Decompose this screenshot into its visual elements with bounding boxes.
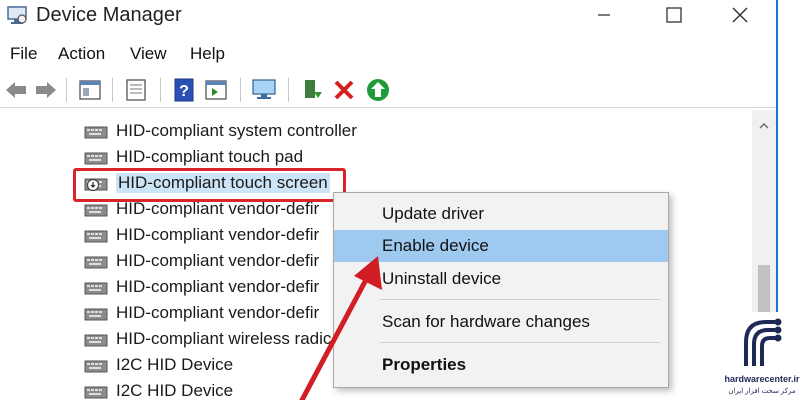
toolbar-separator [160,78,161,102]
menu-file[interactable]: File [10,44,37,64]
close-icon[interactable] [712,0,768,30]
hid-device-icon [84,230,108,243]
properties-pane-icon[interactable] [76,76,104,104]
device-label: HID-compliant touch pad [116,147,304,166]
menu-item-label: Scan for hardware changes [382,312,590,331]
action-pane-icon[interactable] [202,76,230,104]
enable-icon[interactable] [364,76,392,104]
device-tree-item[interactable]: HID-compliant vendor-defir [84,222,319,248]
menu-separator [380,299,660,300]
device-label: HID-compliant system controller [116,121,357,140]
minimize-icon[interactable] [576,0,632,30]
hid-device-icon [84,204,108,217]
device-label: I2C HID Device [116,355,234,374]
menu-item-update-driver[interactable]: Update driver [334,198,668,230]
scroll-up-icon[interactable] [758,120,770,132]
menu-item-label: Enable device [382,236,489,255]
watermark: hardwarecenter.ir مرکز سخت افزار ایران [724,312,800,400]
hid-device-icon [84,152,108,165]
device-label: HID-compliant vendor-defir [116,199,320,218]
back-icon[interactable] [2,76,30,104]
help-icon[interactable]: ? [170,76,198,104]
toolbar-separator [66,78,67,102]
device-label: HID-compliant vendor-defir [116,225,320,244]
toolbar-separator [288,78,289,102]
hid-device-icon [84,334,108,347]
scan-hardware-icon[interactable] [250,76,278,104]
toolbar-separator [240,78,241,102]
annotation-arrow-icon [299,256,382,400]
properties-icon[interactable] [122,76,150,104]
menu-view[interactable]: View [130,44,167,64]
menu-help[interactable]: Help [190,44,225,64]
toolbar-separator [112,78,113,102]
menu-separator [380,342,660,343]
device-label: I2C HID Device [116,381,234,400]
hid-device-icon [84,360,108,373]
menu-item-label: Uninstall device [382,269,502,288]
uninstall-icon[interactable] [330,76,358,104]
hid-device-icon [84,308,108,321]
toolbar: ? [0,72,776,108]
update-driver-icon[interactable] [298,76,326,104]
device-tree-item[interactable]: I2C HID Device [84,352,233,378]
watermark-tagline: مرکز سخت افزار ایران [728,388,796,395]
selected-device-highlight [73,168,346,202]
device-tree-item[interactable]: I2C HID Device [84,378,233,400]
device-manager-icon [7,6,27,24]
hid-device-icon [84,386,108,399]
hid-device-icon [84,256,108,269]
menu-item-label: Properties [382,355,467,374]
window-title: Device Manager [36,4,182,26]
forward-icon[interactable] [32,76,60,104]
hid-device-icon [84,282,108,295]
svg-text:?: ? [179,83,189,100]
maximize-icon[interactable] [646,0,702,30]
device-tree-item[interactable]: HID-compliant touch pad [84,144,303,170]
watermark-site: hardwarecenter.ir [724,374,800,384]
menu-bar: File Action View Help [0,40,776,68]
menu-action[interactable]: Action [58,44,105,64]
menu-item-label: Update driver [382,204,485,223]
hid-device-icon [84,126,108,139]
device-tree-item[interactable]: HID-compliant system controller [84,118,357,144]
hardwarecenter-logo-icon [744,318,782,366]
title-bar: Device Manager [0,0,776,33]
